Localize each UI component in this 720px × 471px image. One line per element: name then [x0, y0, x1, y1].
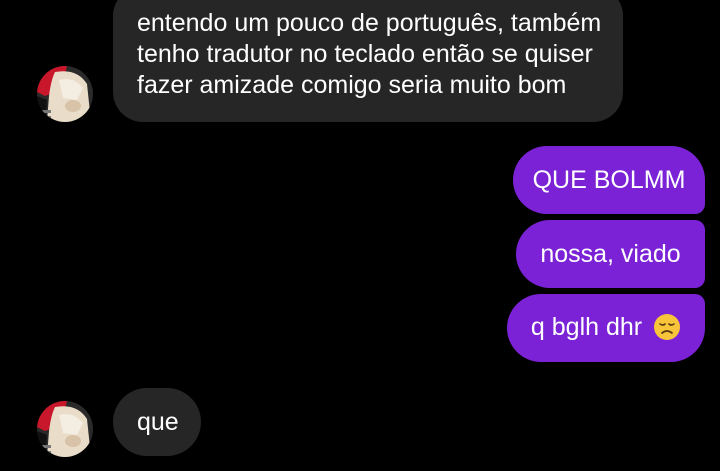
message-text: que: [137, 408, 179, 436]
disappointed-face-emoji-icon: [654, 314, 681, 340]
message-bubble-incoming[interactable]: que: [113, 388, 201, 456]
contact-avatar[interactable]: [37, 66, 93, 122]
chat-thread: entendo um pouco de português, também te…: [0, 0, 720, 471]
contact-avatar[interactable]: [37, 401, 93, 457]
message-bubble-outgoing[interactable]: nossa, viado: [516, 220, 705, 288]
message-text: nossa, viado: [540, 240, 681, 268]
message-bubble-outgoing[interactable]: QUE BOLMM: [513, 146, 705, 214]
message-text: QUE BOLMM: [532, 166, 686, 194]
message-text-line: fazer amizade comigo seria muito bom: [137, 71, 567, 99]
message-bubble-outgoing[interactable]: q bglh dhr: [507, 294, 705, 362]
message-text: q bglh dhr: [530, 313, 643, 341]
message-bubble-incoming[interactable]: entendo um pouco de português, também te…: [113, 0, 623, 122]
message-text-line: entendo um pouco de português, também: [137, 9, 602, 37]
message-text-line: tenho tradutor no teclado então se quise…: [137, 40, 593, 68]
